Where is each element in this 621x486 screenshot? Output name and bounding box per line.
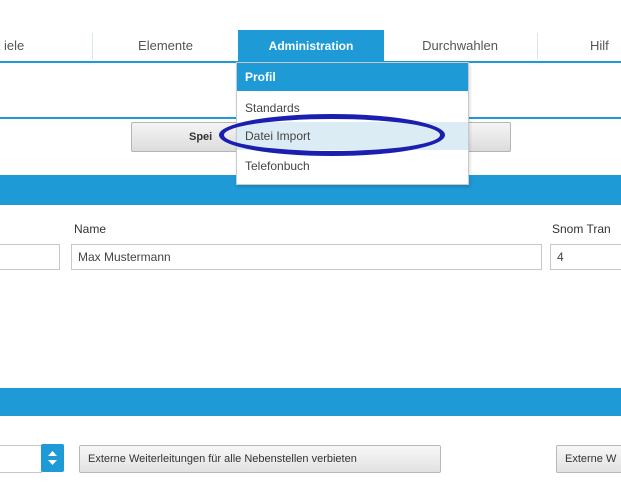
forbid-external-forwarding-button[interactable]: Externe Weiterleitungen für alle Nebenst… bbox=[79, 445, 441, 473]
number-spinner-input[interactable] bbox=[0, 445, 42, 473]
name-label: Name bbox=[74, 222, 107, 236]
menu-item-datei-import[interactable]: Datei Import bbox=[237, 122, 468, 150]
spinner-arrows-icon bbox=[48, 451, 57, 465]
menu-item-profil[interactable]: Profil bbox=[237, 63, 468, 91]
section-header-bar bbox=[0, 388, 621, 416]
administration-dropdown: Profil Standards Datei Import Telefonbuc… bbox=[236, 62, 469, 185]
external-button[interactable]: Externe W bbox=[556, 445, 621, 473]
menu-item-telefonbuch[interactable]: Telefonbuch bbox=[237, 152, 468, 180]
nav-item-administration[interactable]: Administration bbox=[238, 30, 384, 62]
nav-item-durchwahlen[interactable]: Durchwahlen bbox=[384, 30, 536, 62]
nav-item-hilfe[interactable]: Hilf bbox=[590, 30, 621, 62]
snom-field[interactable]: 4 bbox=[550, 244, 621, 270]
name-field[interactable]: Max Mustermann bbox=[71, 244, 542, 270]
spinner-button[interactable] bbox=[41, 444, 64, 472]
nav-item-elemente[interactable]: Elemente bbox=[93, 30, 238, 62]
snom-label: Snom Tran bbox=[552, 222, 611, 236]
nav-separator bbox=[537, 33, 538, 59]
menu-item-standards[interactable]: Standards bbox=[237, 94, 468, 122]
left-field[interactable] bbox=[0, 244, 60, 270]
nav-item-spiele[interactable]: iele bbox=[0, 30, 64, 62]
